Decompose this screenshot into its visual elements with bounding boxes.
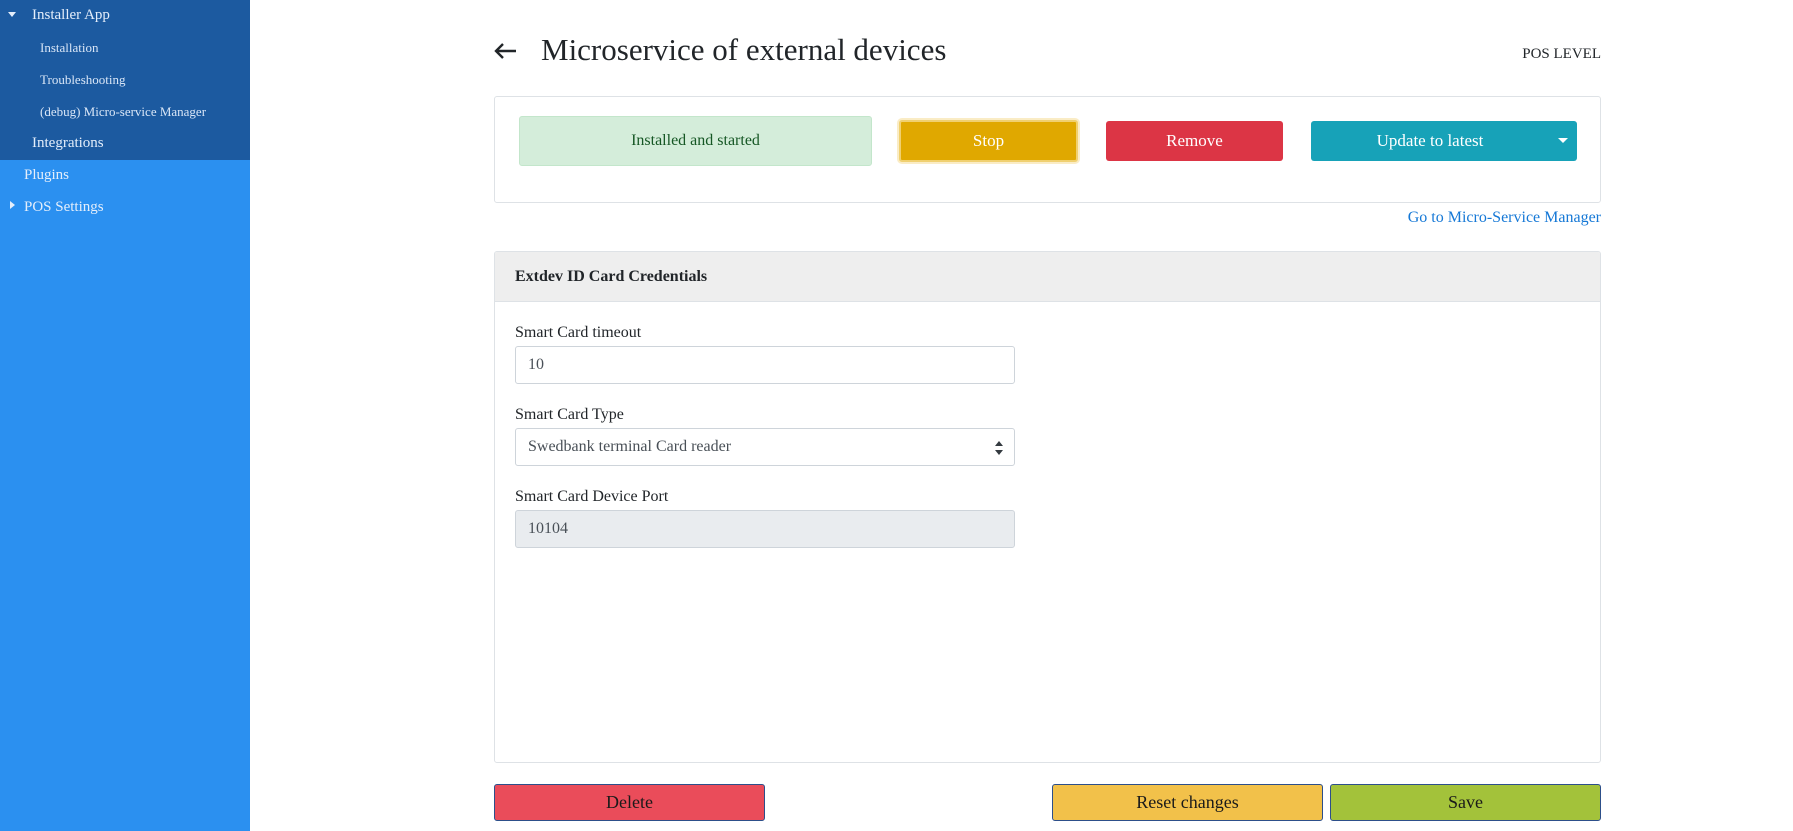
config-card: Extdev ID Card Credentials Smart Card ti… — [494, 251, 1601, 763]
sidebar-item-plugins[interactable]: Plugins — [24, 167, 69, 184]
update-to-latest-button[interactable]: Update to latest — [1311, 121, 1549, 161]
status-card: Installed and started Stop Remove Update… — [494, 96, 1601, 203]
sidebar-item-troubleshooting[interactable]: Troubleshooting — [40, 72, 125, 88]
reset-changes-button[interactable]: Reset changes — [1052, 784, 1323, 821]
save-button[interactable]: Save — [1330, 784, 1601, 821]
smart-card-timeout-input[interactable]: 10 — [515, 346, 1015, 384]
status-badge: Installed and started — [519, 116, 872, 166]
stop-button[interactable]: Stop — [899, 120, 1078, 162]
sidebar-item-installation[interactable]: Installation — [40, 40, 99, 56]
arrow-left-icon[interactable] — [492, 36, 520, 66]
caret-down-icon — [1558, 138, 1568, 143]
sidebar-item-debug-manager[interactable]: (debug) Micro-service Manager — [40, 104, 206, 120]
smart-card-timeout-label: Smart Card timeout — [515, 324, 642, 341]
micro-service-manager-link[interactable]: Go to Micro-Service Manager — [1380, 209, 1601, 227]
config-card-header: Extdev ID Card Credentials — [495, 252, 1600, 302]
smart-card-device-port-input: 10104 — [515, 510, 1015, 548]
smart-card-device-port-label: Smart Card Device Port — [515, 488, 669, 505]
smart-card-type-select[interactable]: Swedbank terminal Card reader — [515, 428, 1015, 466]
sidebar-item-pos-settings[interactable]: POS Settings — [24, 199, 104, 216]
update-dropdown-toggle[interactable] — [1549, 121, 1577, 161]
caret-down-icon[interactable] — [8, 12, 16, 17]
sidebar-item-installer-app[interactable]: Installer App — [32, 7, 110, 24]
remove-button[interactable]: Remove — [1106, 121, 1283, 161]
smart-card-type-value: Swedbank terminal Card reader — [528, 438, 732, 455]
sidebar: Installer App Installation Troubleshooti… — [0, 0, 250, 831]
page-title: Microservice of external devices — [541, 32, 947, 67]
caret-right-icon[interactable] — [10, 201, 15, 209]
smart-card-type-label: Smart Card Type — [515, 406, 624, 423]
delete-button[interactable]: Delete — [494, 784, 765, 821]
level-label: POS LEVEL — [1522, 46, 1601, 62]
sidebar-item-integrations[interactable]: Integrations — [32, 135, 104, 152]
select-arrows-icon — [995, 441, 1003, 455]
config-card-title: Extdev ID Card Credentials — [515, 268, 708, 285]
